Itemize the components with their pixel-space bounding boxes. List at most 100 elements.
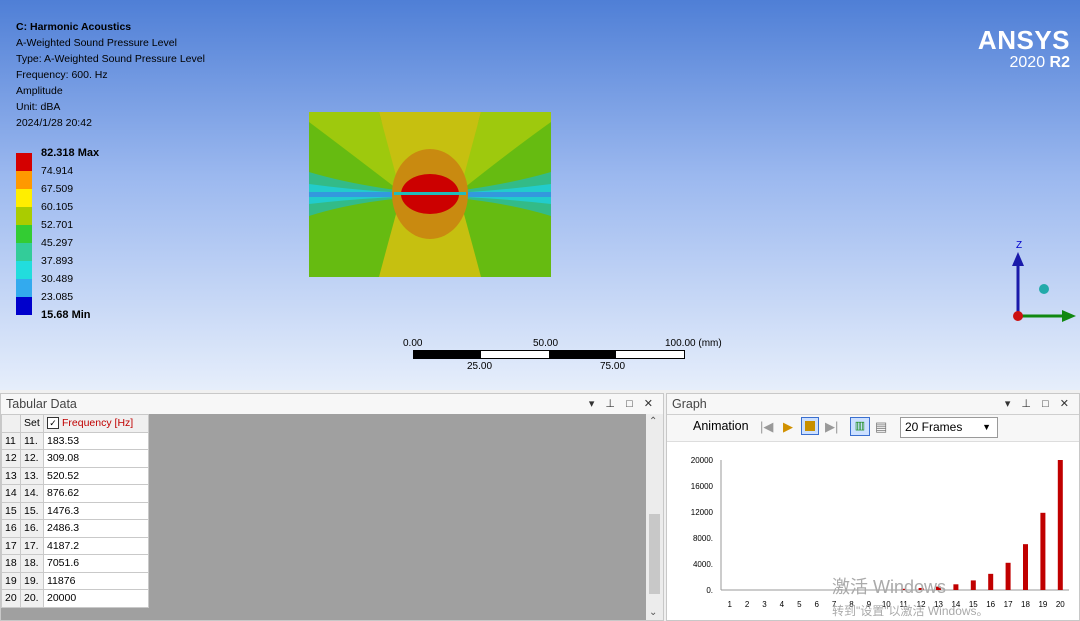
- table-row[interactable]: 13 13. 520.52: [1, 466, 149, 485]
- row-frequency: 520.52: [43, 466, 149, 485]
- row-index[interactable]: 16: [1, 519, 21, 538]
- row-set: 11.: [20, 431, 44, 450]
- table-scrollbar[interactable]: ⌃ ⌄: [646, 414, 663, 620]
- legend-color-bar: [16, 153, 32, 315]
- triad-iso-ball[interactable]: [1039, 284, 1049, 294]
- chart-x-tick-label: 6: [814, 600, 819, 609]
- row-frequency: 1476.3: [43, 501, 149, 520]
- legend-max: 82.318 Max: [41, 147, 100, 159]
- windows-watermark-sub: 转到"设置"以激活 Windows。: [832, 604, 989, 618]
- table-row[interactable]: 16 16. 2486.3: [1, 519, 149, 538]
- frequency-table: Set ✓ Frequency [Hz] 11 11. 183.53 12 12. 309.…: [1, 414, 149, 608]
- legend-tick: 52.701: [41, 219, 74, 231]
- scale-label: 50.00: [533, 338, 559, 349]
- row-set: 20.: [20, 589, 44, 608]
- row-index[interactable]: 15: [1, 501, 21, 520]
- frames-dropdown[interactable]: 20 Frames ▼: [900, 417, 998, 438]
- column-header-frequency[interactable]: ✓ Frequency [Hz]: [43, 414, 149, 433]
- scale-label: 75.00: [600, 361, 626, 372]
- chart-y-tick-label: 16000: [691, 482, 714, 491]
- ansys-logo: ANSYS 2020 R2: [978, 26, 1070, 72]
- column-header-set[interactable]: Set: [20, 414, 44, 433]
- panel-controls[interactable]: ▾ ⊥ □ ✕: [1005, 394, 1073, 414]
- result-data-frames-icon[interactable]: ▤: [875, 419, 887, 435]
- graphics-viewport[interactable]: C: Harmonic Acoustics A-Weighted Sound P…: [0, 0, 1080, 390]
- chart-bar: [1040, 512, 1046, 590]
- row-index[interactable]: 13: [1, 466, 21, 485]
- legend-tick: 37.893: [41, 255, 74, 267]
- table-row[interactable]: 17 17. 4187.2: [1, 536, 149, 555]
- scroll-down-icon[interactable]: ⌄: [649, 607, 657, 618]
- triad-origin: [1013, 311, 1023, 321]
- chart-x-tick-label: 20: [1056, 600, 1065, 609]
- scale-label: 100.00 (mm): [665, 338, 722, 349]
- frames-value: 20 Frames: [905, 420, 963, 434]
- ansys-release: R2: [1049, 54, 1070, 71]
- row-index[interactable]: 12: [1, 449, 21, 468]
- result-type: Type: A-Weighted Sound Pressure Level: [16, 53, 205, 65]
- legend-color-swatch: [16, 279, 32, 297]
- graph-title: Graph: [672, 397, 707, 411]
- legend-color-swatch: [16, 297, 32, 315]
- tabular-title: Tabular Data: [6, 397, 77, 411]
- contour-band-center: [394, 192, 466, 195]
- panel-controls[interactable]: ▾ ⊥ □ ✕: [589, 394, 657, 414]
- contour-plot[interactable]: [309, 112, 551, 277]
- chart-x-tick-label: 4: [780, 600, 785, 609]
- legend-color-swatch: [16, 171, 32, 189]
- chart-x-tick-label: 18: [1021, 600, 1030, 609]
- scrollbar-thumb[interactable]: [649, 514, 660, 594]
- row-index[interactable]: 11: [1, 431, 21, 450]
- frequency-checkbox[interactable]: ✓: [47, 417, 59, 430]
- color-legend[interactable]: 82.318 Max 74.914 67.509 60.105 52.701 4…: [16, 147, 156, 327]
- legend-color-swatch: [16, 189, 32, 207]
- chart-x-tick-label: 2: [745, 600, 750, 609]
- chevron-down-icon: ▼: [982, 422, 991, 432]
- table-row[interactable]: 12 12. 309.08: [1, 449, 149, 468]
- ansys-version: 2020: [1009, 54, 1046, 71]
- table-corner: [1, 414, 21, 433]
- row-index[interactable]: 17: [1, 536, 21, 555]
- legend-color-swatch: [16, 261, 32, 279]
- table-row[interactable]: 19 19. 11876: [1, 571, 149, 590]
- table-row[interactable]: 20 20. 20000: [1, 589, 149, 608]
- row-index[interactable]: 20: [1, 589, 21, 608]
- triad-z-arrow: [1012, 252, 1024, 266]
- result-info: C: Harmonic Acoustics A-Weighted Sound P…: [16, 19, 205, 131]
- ansys-brand: ANSYS: [977, 25, 1070, 55]
- row-index[interactable]: 14: [1, 484, 21, 503]
- windows-watermark: 激活 Windows: [832, 577, 947, 597]
- row-index[interactable]: 18: [1, 554, 21, 573]
- result-timestamp: 2024/1/28 20:42: [16, 117, 92, 129]
- chart-x-tick-label: 3: [762, 600, 767, 609]
- distributed-frames-icon[interactable]: ▥: [850, 417, 870, 436]
- table-row[interactable]: 11 11. 183.53: [1, 431, 149, 450]
- scale-label: 0.00: [403, 338, 423, 349]
- table-row[interactable]: 18 18. 7051.6: [1, 554, 149, 573]
- legend-color-swatch: [16, 225, 32, 243]
- scroll-up-icon[interactable]: ⌃: [649, 416, 657, 427]
- chart-x-tick-label: 17: [1004, 600, 1013, 609]
- result-name: A-Weighted Sound Pressure Level: [16, 37, 177, 49]
- row-frequency: 309.08: [43, 449, 149, 468]
- stop-button[interactable]: [801, 417, 819, 435]
- previous-frame-icon[interactable]: |◀: [760, 419, 773, 435]
- row-frequency: 2486.3: [43, 519, 149, 538]
- legend-tick: 30.489: [41, 273, 74, 285]
- table-row[interactable]: 14 14. 876.62: [1, 484, 149, 503]
- chart-y-tick-label: 8000.: [693, 534, 713, 543]
- tabular-data-panel: Tabular Data ▾ ⊥ □ ✕ Set ✓ Frequency [Hz]…: [0, 393, 664, 621]
- chart-y-tick-label: 0.: [706, 586, 713, 595]
- next-frame-icon[interactable]: ▶|: [825, 419, 838, 435]
- triad-z-label: Z: [1016, 240, 1022, 251]
- table-row[interactable]: 15 15. 1476.3: [1, 501, 149, 520]
- chart-bar: [970, 580, 976, 590]
- legend-tick: 23.085: [41, 291, 74, 303]
- chart-x-tick-label: 5: [797, 600, 802, 609]
- row-frequency: 20000: [43, 589, 149, 608]
- play-icon[interactable]: ▶: [783, 419, 793, 435]
- axis-triad[interactable]: Z: [1000, 238, 1080, 328]
- scale-bar-track: [413, 350, 685, 359]
- row-index[interactable]: 19: [1, 571, 21, 590]
- triad-y-arrow: [1062, 310, 1076, 322]
